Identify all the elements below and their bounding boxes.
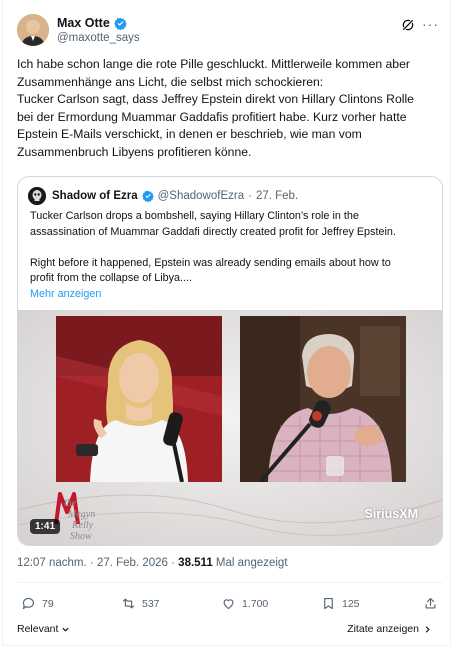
tweet-text-line: Zusammenhänge ans Licht, die selbst mich… — [17, 74, 324, 89]
repost-count: 537 — [142, 597, 160, 610]
watermark-line: Megyn — [68, 509, 96, 520]
grok-icon[interactable] — [401, 18, 415, 32]
watermark-line: the — [64, 498, 77, 509]
share-button[interactable] — [423, 596, 438, 611]
quote-text-line: profit from the collapse of Libya.... — [30, 272, 193, 285]
quote-author-handle: @ShadowofEzra — [157, 190, 245, 202]
tweet-text-line: Epstein E-Mails verschickt, in denen er … — [17, 127, 362, 142]
tweet-date[interactable]: 27. Feb. 2026 — [97, 557, 168, 569]
video-duration: 1:41 — [30, 519, 61, 534]
chevron-down-icon — [62, 627, 70, 632]
reply-icon — [22, 597, 35, 610]
quote-text: Tucker Carlson drops a bombshell, saying… — [30, 209, 434, 303]
like-button[interactable]: 1.700 — [221, 596, 268, 611]
tweet-time[interactable]: 12:07 nachm. — [17, 557, 87, 569]
bookmark-button[interactable]: 125 — [321, 596, 360, 611]
video-frame-host — [56, 316, 222, 482]
verified-badge-icon — [141, 190, 154, 202]
tweet-meta: 12:07 nachm. · 27. Feb. 2026 · 38.511 Ma… — [17, 557, 288, 569]
like-count: 1.700 — [242, 597, 269, 610]
avatar[interactable] — [17, 14, 49, 46]
tweet-text-line: Ich habe schon lange die rote Pille gesc… — [17, 57, 410, 71]
bookmark-icon — [324, 597, 333, 610]
view-quotes-link[interactable]: Zitate anzeigen — [347, 623, 432, 635]
separator-dot: · — [89, 557, 94, 569]
author-handle[interactable]: @maxotte_says — [57, 32, 140, 44]
tweet-text-line: bei der Ermordung Muammar Gaddafis profi… — [17, 109, 407, 124]
views-count: 38.511 — [178, 557, 213, 569]
sort-replies-dropdown[interactable]: Relevant — [17, 623, 70, 635]
watermark-line: Show — [70, 531, 92, 542]
tweet-header: Max Otte @maxotte_says ··· — [17, 12, 441, 52]
repost-button[interactable]: 537 — [121, 596, 160, 611]
bookmark-count: 125 — [342, 597, 360, 610]
show-more-link[interactable]: Mehr anzeigen — [30, 287, 434, 303]
sort-label: Relevant — [17, 623, 59, 635]
author-name[interactable]: Max Otte — [57, 16, 110, 30]
quote-text-line: Right before it happened, Epstein was al… — [30, 256, 391, 269]
tweet-text-line: Tucker Carlson sagt, dass Jeffrey Epstei… — [17, 92, 414, 107]
more-options-icon[interactable]: ··· — [422, 17, 439, 31]
chevron-right-icon — [425, 625, 430, 633]
heart-icon — [223, 599, 234, 610]
quote-text-line: assassination of Muammar Gaddafi directl… — [30, 225, 396, 238]
watermark-line: Kelly — [72, 520, 94, 531]
separator-dot: · — [248, 190, 252, 202]
reply-count: 79 — [42, 597, 54, 610]
quote-author-name: Shadow of Ezra — [52, 190, 138, 202]
views-label: Mal angezeigt — [215, 557, 288, 569]
video-frame-guest — [240, 316, 406, 482]
view-quotes-label: Zitate anzeigen — [347, 623, 419, 635]
action-bar: 79 537 1.700 125 — [3, 596, 452, 616]
video-player[interactable]: the Megyn Kelly Show SiriusXM 1:41 — [18, 310, 442, 545]
tweet-text-line: Zusammenbruch Libyens profitieren könne. — [17, 144, 252, 159]
divider — [17, 582, 443, 583]
separator-dot: · — [171, 557, 175, 569]
quoted-tweet[interactable]: Shadow of Ezra @ShadowofEzra · 27. Feb. … — [17, 176, 443, 546]
tweet-detail: Max Otte @maxotte_says ··· Ich habe scho… — [2, 0, 451, 646]
verified-badge-icon — [114, 17, 127, 30]
reply-button[interactable]: 79 — [21, 596, 54, 611]
quote-avatar — [28, 187, 46, 205]
share-icon — [425, 597, 436, 609]
show-watermark: the Megyn Kelly Show — [64, 498, 95, 542]
quote-text-line: Tucker Carlson drops a bombshell, saying… — [30, 210, 359, 222]
repost-icon — [122, 598, 135, 609]
quote-date: 27. Feb. — [255, 190, 299, 202]
siriusxm-watermark: SiriusXM — [364, 507, 419, 521]
tweet-text: Ich habe schon lange die rote Pille gesc… — [17, 56, 443, 162]
